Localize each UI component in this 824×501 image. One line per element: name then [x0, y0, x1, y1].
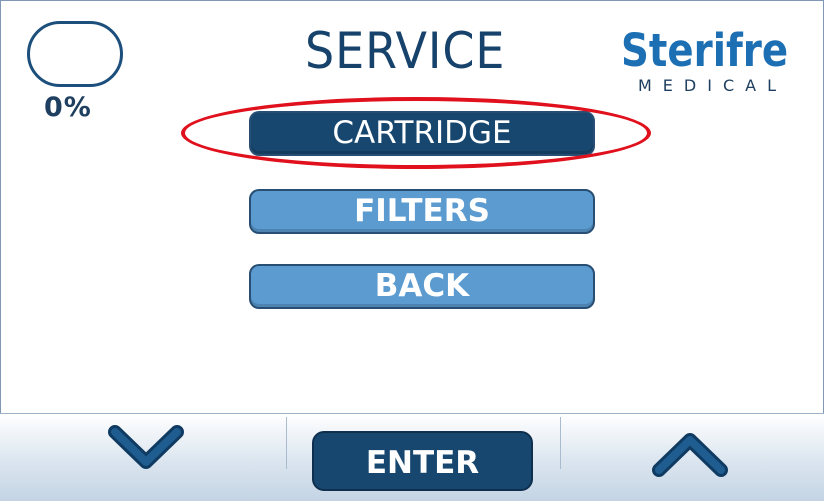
nav-divider	[560, 417, 561, 469]
nav-divider	[286, 417, 287, 469]
brand-logo-subtitle: MEDICAL	[638, 76, 787, 95]
cartridge-level-text: 0%	[44, 92, 92, 123]
selection-highlight-ellipse	[181, 97, 651, 169]
filters-button[interactable]: FILTERS	[249, 189, 595, 234]
chevron-down-icon[interactable]	[107, 424, 185, 474]
enter-button[interactable]: ENTER	[312, 431, 533, 491]
page-title: SERVICE	[305, 22, 506, 80]
brand-logo: Sterifre	[621, 24, 789, 77]
chevron-up-icon[interactable]	[651, 428, 729, 478]
back-button[interactable]: BACK	[249, 264, 595, 309]
cartridge-level-gauge	[27, 21, 123, 87]
